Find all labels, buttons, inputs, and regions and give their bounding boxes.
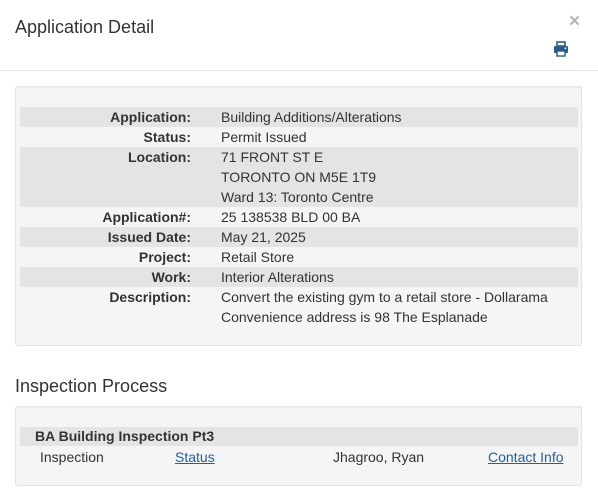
- inspection-section-title: Inspection Process: [15, 376, 168, 396]
- inspector-name: Jhagroo, Ryan: [333, 449, 425, 465]
- modal-title: Application Detail: [15, 17, 155, 37]
- print-button[interactable]: [553, 41, 569, 57]
- work-label: Work:: [151, 269, 191, 285]
- location-street: 71 FRONT ST E: [221, 149, 324, 165]
- inspection-row: Inspection Status Jhagroo, Ryan Contact …: [20, 447, 578, 467]
- project-label: Project:: [138, 249, 191, 265]
- location-label: Location:: [128, 149, 191, 165]
- work-row: Work: Interior Alterations: [20, 267, 578, 287]
- location-city: TORONTO ON M5E 1T9: [221, 169, 377, 185]
- application-number-row: Application#: 25 138538 BLD 00 BA: [20, 207, 578, 227]
- application-detail-panel: Application: Building Additions/Alterati…: [15, 86, 582, 346]
- project-row: Project: Retail Store: [20, 247, 578, 267]
- issued-date-label: Issued Date:: [107, 229, 191, 245]
- issued-date-row: Issued Date: May 21, 2025: [20, 227, 578, 247]
- application-number-value: 25 138538 BLD 00 BA: [221, 209, 361, 225]
- status-value: Permit Issued: [221, 129, 307, 145]
- issued-date-value: May 21, 2025: [221, 229, 306, 245]
- inspection-group-header: BA Building Inspection Pt3: [20, 427, 578, 446]
- application-label: Application:: [110, 109, 191, 125]
- inspection-group-title: BA Building Inspection Pt3: [35, 428, 215, 444]
- description-line-2: Convenience address is 98 The Esplanade: [221, 309, 488, 325]
- inspection-panel: BA Building Inspection Pt3 Inspection St…: [15, 406, 582, 486]
- printer-icon: [554, 41, 568, 57]
- description-value: Convert the existing gym to a retail sto…: [221, 287, 548, 327]
- close-button[interactable]: ×: [569, 12, 580, 32]
- work-value: Interior Alterations: [221, 269, 334, 285]
- status-row: Status: Permit Issued: [20, 127, 578, 147]
- project-value: Retail Store: [221, 249, 295, 265]
- application-row: Application: Building Additions/Alterati…: [20, 107, 578, 127]
- description-row: Description: Convert the existing gym to…: [20, 287, 578, 327]
- description-label: Description:: [109, 289, 191, 305]
- location-value: 71 FRONT ST E TORONTO ON M5E 1T9 Ward 13…: [221, 147, 376, 207]
- inspection-type: Inspection: [40, 449, 104, 465]
- location-ward: Ward 13: Toronto Centre: [221, 189, 374, 205]
- application-value: Building Additions/Alterations: [221, 109, 402, 125]
- status-link[interactable]: Status: [175, 447, 215, 467]
- location-row: Location: 71 FRONT ST E TORONTO ON M5E 1…: [20, 147, 578, 207]
- contact-info-link[interactable]: Contact Info: [488, 447, 564, 467]
- description-line-1: Convert the existing gym to a retail sto…: [221, 289, 548, 305]
- status-label: Status:: [143, 129, 191, 145]
- application-number-label: Application#:: [102, 209, 191, 225]
- modal-header: Application Detail ×: [0, 0, 598, 71]
